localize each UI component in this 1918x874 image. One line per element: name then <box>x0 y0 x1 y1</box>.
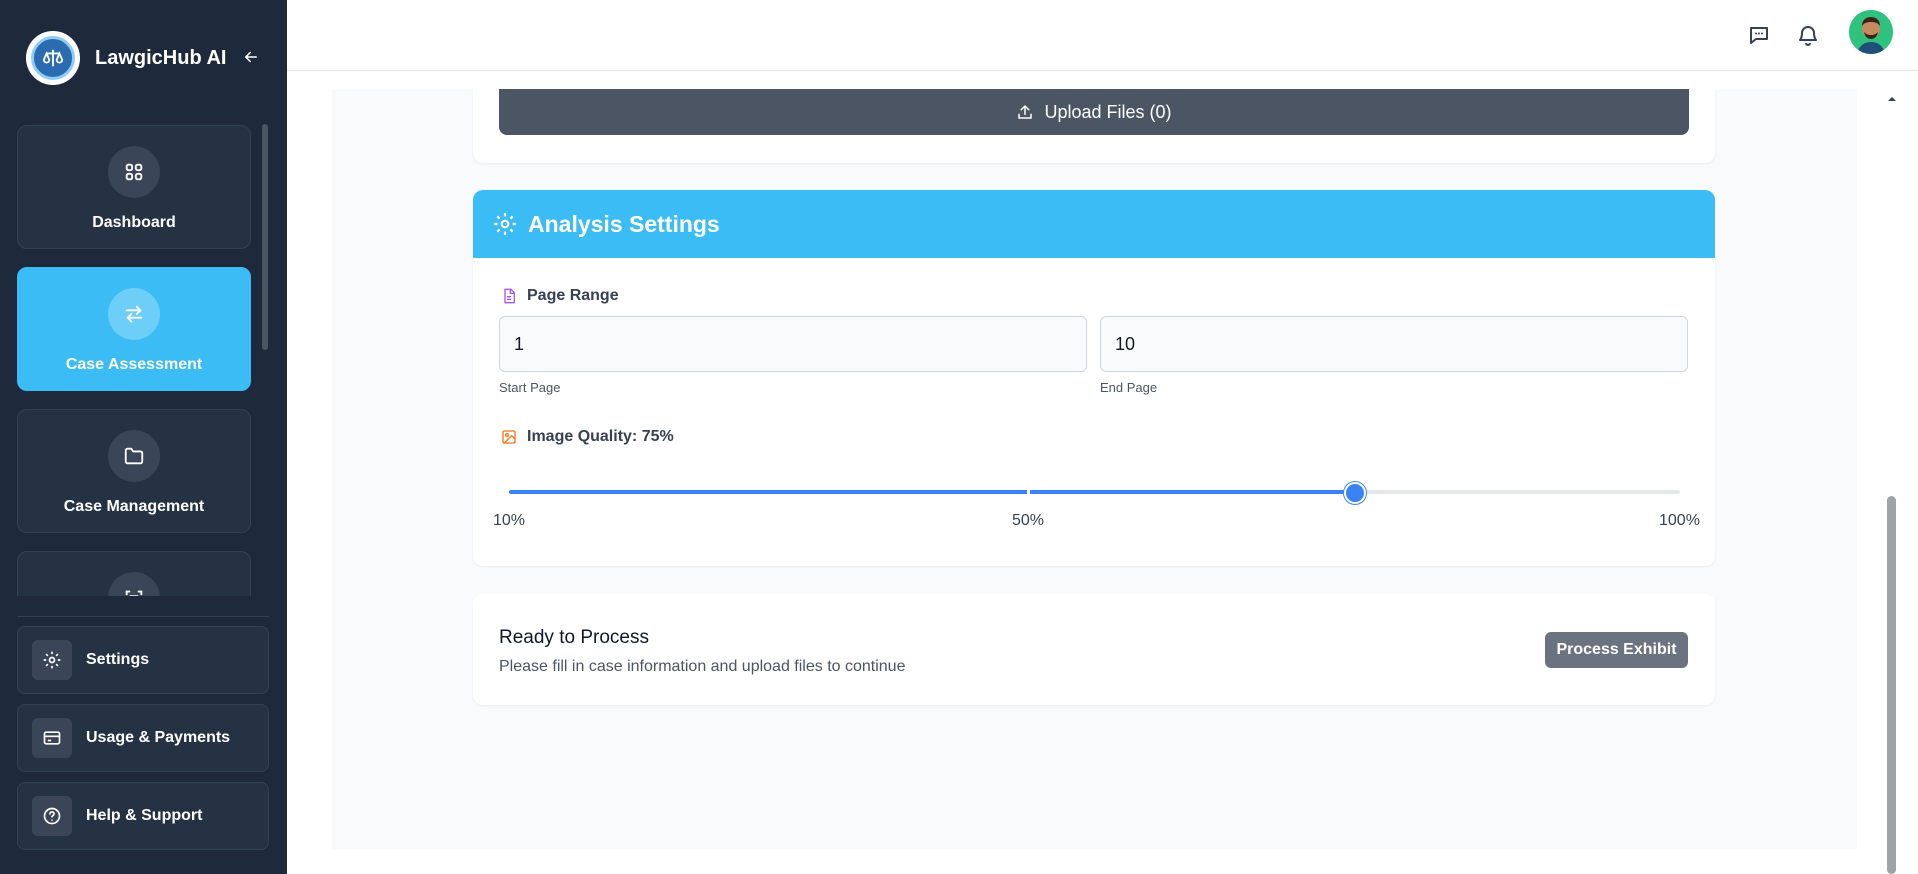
upload-icon <box>1018 104 1033 119</box>
sidebar-item-label: Case Management <box>63 498 205 515</box>
sidebar-item-partial[interactable] <box>17 551 251 596</box>
sidebar-item-usage-payments[interactable]: Usage & Payments <box>17 704 269 772</box>
gear-icon <box>32 640 72 680</box>
sidebar-item-label: Case Assessment <box>65 356 203 373</box>
sidebar-item-help-support[interactable]: Help & Support <box>17 782 269 850</box>
slider-tick-min: 10% <box>493 512 526 529</box>
sidebar-item-label: Settings <box>86 651 150 668</box>
sidebar-item-dashboard[interactable]: Dashboard <box>17 125 251 249</box>
process-exhibit-button[interactable]: Process Exhibit <box>1545 632 1688 668</box>
end-page-input[interactable] <box>1100 316 1688 372</box>
process-description: Please fill in case information and uplo… <box>499 658 906 675</box>
chat-icon[interactable] <box>1745 21 1773 49</box>
scan-document-icon <box>108 572 160 596</box>
bell-icon[interactable] <box>1794 21 1822 49</box>
slider-tick-mid: 50% <box>1012 512 1045 529</box>
sidebar-item-label: Usage & Payments <box>86 729 231 746</box>
sidebar-item-label: Help & Support <box>86 807 203 824</box>
start-page-label: Start Page <box>499 380 561 395</box>
logo <box>26 31 80 85</box>
image-quality-label-text: Image Quality: 75% <box>527 428 674 445</box>
document-icon <box>504 288 515 304</box>
scroll-up-arrow-icon[interactable] <box>1885 92 1899 106</box>
brand[interactable]: LawgicHub AI <box>26 31 226 85</box>
arrows-swap-icon <box>108 288 160 340</box>
slider-tick-max: 100% <box>1659 512 1700 529</box>
grid-icon <box>108 146 160 198</box>
process-card <box>473 594 1715 705</box>
upload-files-button[interactable]: Upload Files (0) <box>499 89 1689 135</box>
analysis-settings-title: Analysis Settings <box>528 210 720 237</box>
app-name: LawgicHub AI <box>95 46 227 69</box>
start-page-input[interactable] <box>499 316 1087 372</box>
process-title: Ready to Process <box>499 627 649 648</box>
avatar[interactable] <box>1849 10 1893 54</box>
sidebar-scrollbar[interactable] <box>262 124 268 350</box>
analysis-settings-header: Analysis Settings <box>473 190 1715 258</box>
gear-icon <box>494 213 516 235</box>
collapse-sidebar-button[interactable] <box>240 46 262 68</box>
upload-files-label: Upload Files (0) <box>1044 101 1172 122</box>
slider-thumb[interactable] <box>1343 482 1366 504</box>
sidebar-divider <box>17 616 269 617</box>
page-range-label-text: Page Range <box>527 287 619 304</box>
sidebar-item-case-management[interactable]: Case Management <box>17 409 251 533</box>
slider-tick-mark <box>1027 490 1030 494</box>
scales-logo-icon <box>31 36 75 80</box>
sidebar-item-label: Dashboard <box>92 214 176 231</box>
sidebar-item-case-assessment[interactable]: Case Assessment <box>17 267 251 391</box>
page-range-label: Page Range <box>501 287 619 305</box>
sidebar-nav: Dashboard Case Assessment Case Managemen… <box>0 118 287 596</box>
slider-fill <box>509 490 1355 494</box>
image-icon <box>502 430 516 444</box>
sidebar: LawgicHub AI Dashboard Case Assessment C… <box>0 0 287 874</box>
image-quality-label: Image Quality: 75% <box>501 428 674 446</box>
arrow-left-icon <box>244 51 257 63</box>
sidebar-item-settings[interactable]: Settings <box>17 626 269 694</box>
end-page-label: End Page <box>1100 380 1158 395</box>
help-circle-icon <box>32 796 72 836</box>
page-scrollbar-thumb[interactable] <box>1887 496 1896 874</box>
folder-icon <box>108 430 160 482</box>
top-header <box>287 0 1918 71</box>
credit-card-icon <box>32 718 72 758</box>
image-quality-slider[interactable] <box>509 490 1680 494</box>
